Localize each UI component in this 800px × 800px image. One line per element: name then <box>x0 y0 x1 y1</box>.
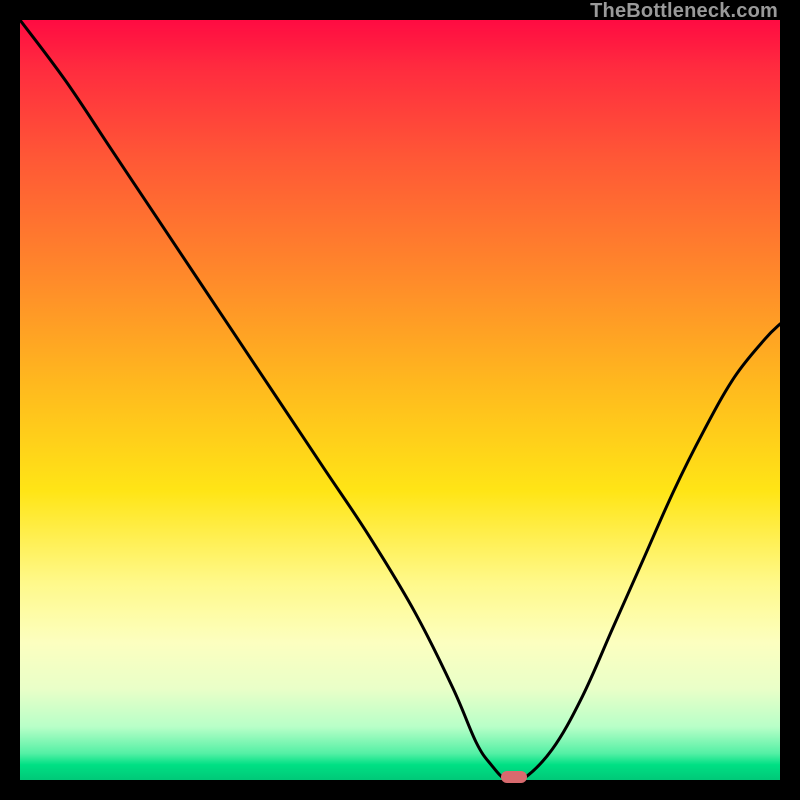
bottleneck-curve <box>20 20 780 780</box>
chart-frame: TheBottleneck.com <box>0 0 800 800</box>
optimum-marker <box>501 771 527 783</box>
plot-area <box>20 20 780 780</box>
